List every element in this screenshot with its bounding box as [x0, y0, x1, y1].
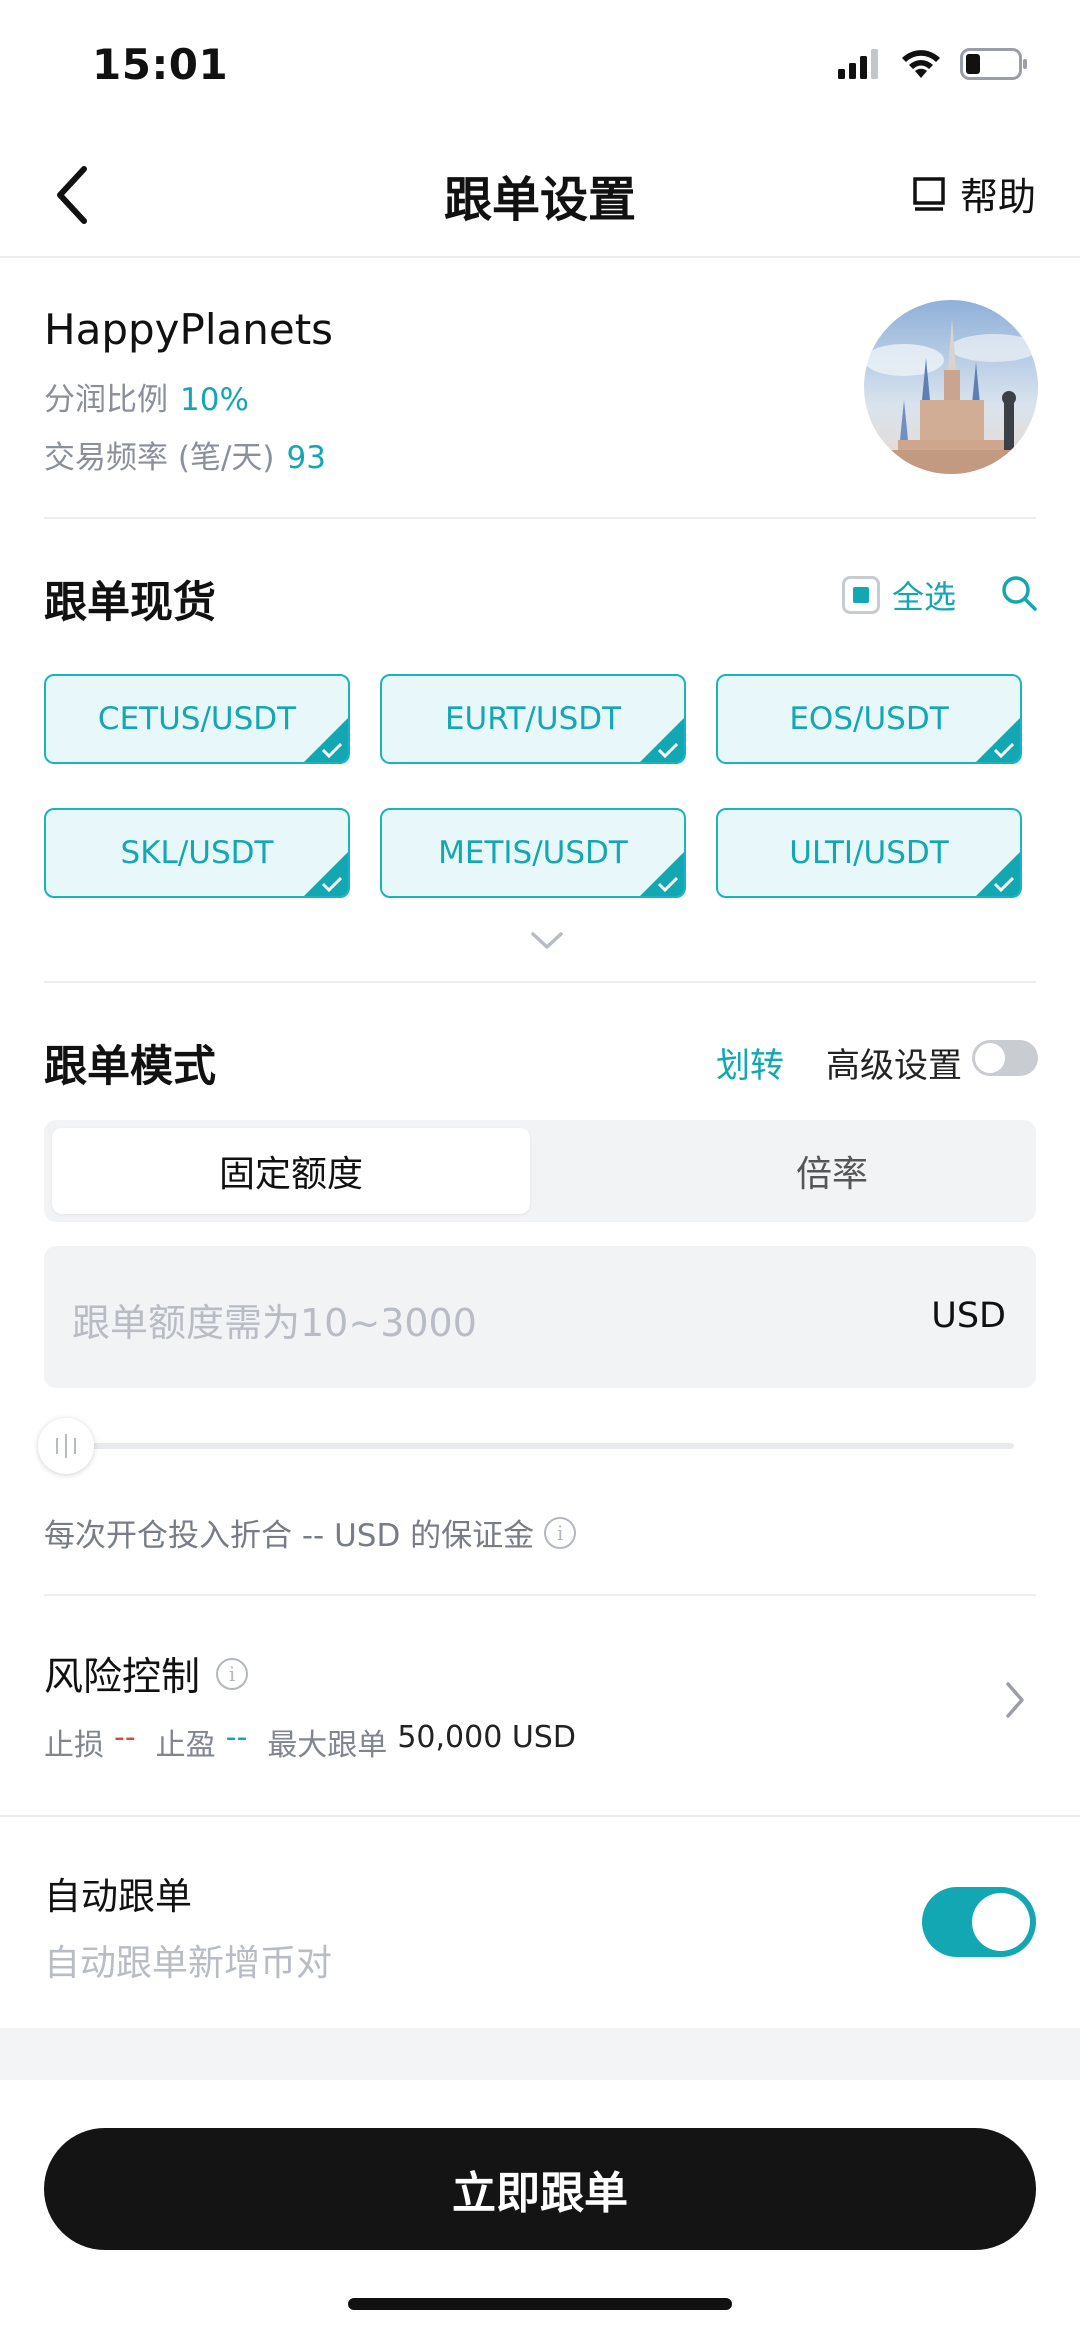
amount-unit: USD [931, 1296, 1006, 1336]
tab-multiplier[interactable]: 倍率 [584, 1128, 1080, 1214]
risk-divider [0, 1815, 1080, 1817]
avatar[interactable] [864, 300, 1038, 474]
select-all-label: 全选 [892, 578, 957, 616]
stop-loss-label: 止损 [44, 1728, 104, 1763]
profile-divider [44, 517, 1036, 519]
check-icon [993, 742, 1015, 758]
pair-chip[interactable]: SKL/USDT [44, 808, 350, 898]
help-label: 帮助 [959, 175, 1036, 219]
margin-note: 每次开仓投入折合 -- USD 的保证金 i [44, 1510, 577, 1555]
risk-control-summary: 止损 -- 止盈 -- 最大跟单 50,000 USD [44, 1720, 576, 1764]
info-icon[interactable]: i [544, 1516, 577, 1549]
select-all-checkbox[interactable] [842, 576, 880, 614]
risk-control-label: 风险控制 [44, 1655, 201, 1700]
check-icon [993, 876, 1015, 892]
advanced-settings-toggle[interactable] [972, 1040, 1038, 1076]
select-all-toggle[interactable]: 全选 [842, 572, 956, 618]
trade-frequency-label: 交易频率 (笔/天) [44, 440, 275, 476]
mode-segmented-control: 固定额度 倍率 [44, 1120, 1036, 1222]
check-icon [321, 742, 343, 758]
spot-section-title: 跟单现货 [44, 578, 216, 628]
search-button[interactable] [1000, 574, 1038, 616]
advanced-settings-label: 高级设置 [826, 1046, 962, 1086]
wifi-icon [902, 50, 940, 78]
pair-label: EOS/USDT [789, 701, 949, 737]
chevron-right-icon [1006, 1682, 1024, 1718]
header-divider [0, 256, 1080, 258]
pair-label: CETUS/USDT [97, 701, 297, 737]
pair-chip[interactable]: ULTI/USDT [716, 808, 1022, 898]
max-follow-value: 50,000 USD [397, 1720, 576, 1755]
trade-frequency-row: 交易频率 (笔/天) 93 [44, 432, 326, 477]
mode-section-title: 跟单模式 [44, 1042, 216, 1092]
profit-share-value: 10% [180, 382, 249, 418]
status-icons [838, 48, 1028, 80]
amount-input[interactable]: 跟单额度需为10~3000 USD [44, 1246, 1036, 1388]
max-follow-label: 最大跟单 [267, 1728, 388, 1763]
profit-share-row: 分润比例 10% [44, 374, 249, 419]
pair-chip[interactable]: EOS/USDT [716, 674, 1022, 764]
amount-placeholder: 跟单额度需为10~3000 [72, 1301, 477, 1345]
pair-label: EURT/USDT [444, 701, 622, 737]
tab-fixed-amount[interactable]: 固定额度 [52, 1128, 530, 1214]
pair-chip[interactable]: EURT/USDT [380, 674, 686, 764]
trade-frequency-value: 93 [286, 440, 326, 476]
chevron-down-icon [531, 932, 563, 949]
expand-pairs-button[interactable] [530, 930, 564, 956]
check-icon [657, 742, 679, 758]
signal-icon [838, 49, 878, 79]
castle-photo [864, 300, 1038, 474]
amount-slider-track[interactable] [66, 1443, 1014, 1449]
check-icon [657, 876, 679, 892]
trader-name: HappyPlanets [44, 305, 334, 354]
search-icon [1002, 576, 1037, 611]
auto-follow-toggle[interactable] [922, 1887, 1036, 1957]
status-time: 15:01 [92, 40, 229, 89]
spot-divider [44, 981, 1036, 983]
pair-label: SKL/USDT [120, 835, 274, 871]
take-profit-value: -- [225, 1720, 248, 1755]
risk-control-open-button[interactable] [1004, 1680, 1026, 1724]
transfer-link[interactable]: 划转 [716, 1038, 784, 1087]
pair-label: ULTI/USDT [789, 835, 949, 871]
battery-icon [960, 48, 1027, 80]
section-spacer [0, 2028, 1080, 2080]
follow-now-button[interactable]: 立即跟单 [44, 2128, 1036, 2250]
stop-loss-value: -- [114, 1720, 136, 1755]
info-icon[interactable]: i [216, 1658, 249, 1690]
risk-control-title[interactable]: 风险控制 i [44, 1646, 249, 1702]
pair-grid: CETUS/USDT EURT/USDT EOS/USDT SKL/USDT M… [44, 674, 1034, 898]
help-button[interactable]: 帮助 [912, 166, 1036, 221]
mode-divider [44, 1594, 1036, 1596]
check-icon [321, 876, 343, 892]
home-indicator[interactable] [348, 2298, 732, 2310]
pair-chip[interactable]: CETUS/USDT [44, 674, 350, 764]
amount-slider-handle[interactable] [38, 1418, 94, 1474]
profit-share-label: 分润比例 [44, 382, 168, 418]
pair-label: METIS/USDT [438, 835, 628, 871]
auto-follow-subtitle: 自动跟单新增币对 [44, 1943, 333, 1984]
margin-note-text: 每次开仓投入折合 -- USD 的保证金 [44, 1518, 535, 1554]
help-icon [913, 176, 945, 211]
pair-chip[interactable]: METIS/USDT [380, 808, 686, 898]
take-profit-label: 止盈 [155, 1728, 216, 1763]
auto-follow-title: 自动跟单 [44, 1875, 192, 1918]
